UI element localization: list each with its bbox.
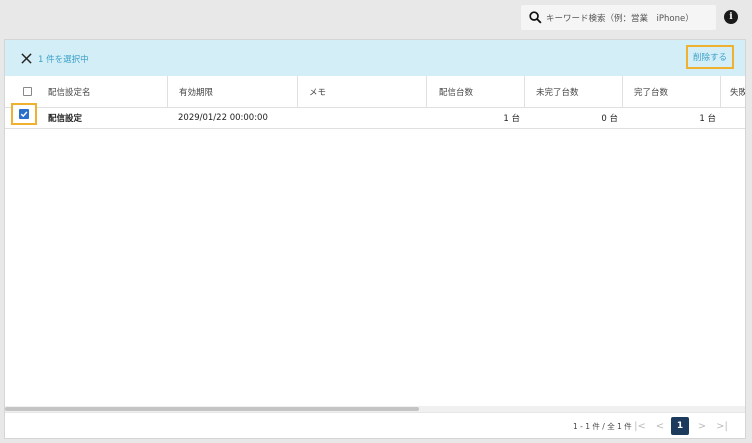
last-page-icon[interactable]: >| — [713, 417, 731, 435]
cell-completed: 1 台 — [699, 114, 716, 124]
column-header-memo[interactable]: メモ — [297, 76, 326, 107]
table-row[interactable]: 配信設定 2029/01/22 00:00:00 1 台 0 台 1 台 — [5, 103, 745, 129]
column-header-name[interactable]: 配信設定名 — [48, 76, 91, 107]
cell-name[interactable]: 配信設定 — [48, 108, 82, 128]
column-header-completed[interactable]: 完了台数 — [622, 76, 668, 107]
page-button-current[interactable]: 1 — [671, 417, 689, 435]
pagination-info: 1 - 1 件 / 全 1 件 — [573, 422, 632, 431]
top-bar: キーワード検索（例：営業 iPhone） i — [0, 0, 752, 36]
row-checkbox[interactable] — [11, 103, 37, 125]
cell-delivered: 1 台 — [503, 114, 520, 124]
delivery-settings-table: 配信設定名 有効期限 メモ 配信台数 未完了台数 完了台数 失敗 配信設定 20… — [5, 76, 745, 129]
column-header-incomplete[interactable]: 未完了台数 — [524, 76, 579, 107]
table-header: 配信設定名 有効期限 メモ 配信台数 未完了台数 完了台数 失敗 — [5, 76, 745, 108]
pagination-bar: 1 - 1 件 / 全 1 件 |< < 1 > >| — [5, 412, 745, 438]
close-icon[interactable] — [18, 50, 34, 66]
next-page-icon[interactable]: > — [693, 417, 711, 435]
column-header-expires[interactable]: 有効期限 — [167, 76, 213, 107]
cell-incomplete: 0 台 — [601, 114, 618, 124]
info-icon[interactable]: i — [724, 10, 738, 24]
delete-button[interactable]: 削除する — [686, 45, 734, 69]
search-icon — [527, 10, 543, 26]
checkmark-icon — [19, 109, 29, 119]
selection-bar: 1 件を選択中 削除する — [5, 40, 745, 76]
prev-page-icon[interactable]: < — [651, 417, 669, 435]
main-panel: 1 件を選択中 削除する 配信設定名 有効期限 メモ 配信台数 未完了台数 完了… — [4, 39, 746, 439]
selection-count: 1 件を選択中 — [38, 55, 89, 65]
column-header-failed[interactable]: 失敗 — [720, 76, 745, 107]
search-input[interactable]: キーワード検索（例：営業 iPhone） — [546, 12, 694, 24]
cell-expires: 2029/01/22 00:00:00 — [178, 113, 268, 123]
scrollbar-thumb[interactable] — [5, 407, 419, 411]
first-page-icon[interactable]: |< — [631, 417, 649, 435]
column-header-delivered[interactable]: 配信台数 — [426, 76, 473, 107]
search-box[interactable]: キーワード検索（例：営業 iPhone） — [521, 5, 716, 30]
